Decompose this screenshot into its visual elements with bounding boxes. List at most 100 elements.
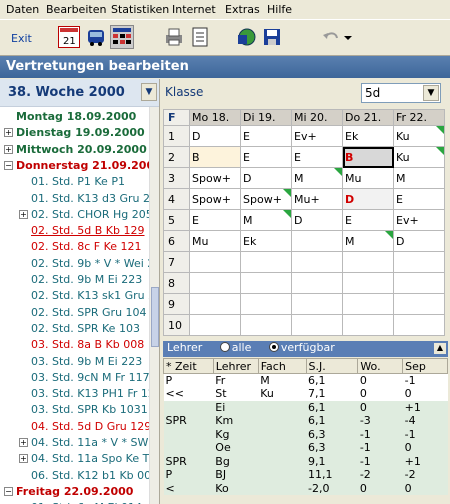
tree-lesson-item[interactable]: 03. Std. 8a B Kb 008 — [31, 337, 144, 353]
bus-icon[interactable] — [85, 26, 107, 48]
lehrer-row[interactable]: Kg 6,3 -1 -1 — [163, 427, 448, 441]
tree-lesson-item[interactable]: 02. Std. 9b * V * Wei 2 — [31, 256, 154, 272]
timetable-cell[interactable] — [189, 314, 241, 336]
tree-lesson-item[interactable]: 02. Std. K13 sk1 Gru 21 — [31, 288, 159, 304]
timetable-cell[interactable]: D — [291, 209, 343, 231]
timetable-cell[interactable] — [291, 230, 343, 252]
timetable-cell[interactable]: E — [291, 146, 343, 168]
lehrer-row[interactable]: Oe 6,3 -1 0 — [163, 441, 448, 455]
expand-icon[interactable]: + — [19, 438, 28, 447]
timetable-cell[interactable] — [342, 314, 394, 336]
tree-lesson-item[interactable]: 04. Std. 5d D Gru 129 — [31, 419, 151, 435]
collapse-icon[interactable]: ▲ — [434, 343, 446, 354]
tree-lesson-item[interactable]: 03. Std. 9b M Ei 223 — [31, 354, 142, 370]
print-icon[interactable] — [163, 26, 185, 48]
menu-hilfe[interactable]: Hilfe — [267, 3, 292, 16]
timetable-cell[interactable]: D — [189, 125, 241, 147]
expand-icon[interactable]: + — [19, 454, 28, 464]
lehrer-row[interactable]: SPR Bg 9,1 -1 +1 — [163, 454, 448, 468]
lehrer-row[interactable]: P Fr M 6,1 0 -1 — [163, 373, 448, 387]
lehrer-row[interactable]: < Ko -2,0 0 0 — [163, 481, 448, 495]
timetable-cell[interactable]: Mu+ — [291, 188, 343, 210]
timetable-cell[interactable] — [291, 251, 343, 273]
tree-lesson-item[interactable]: 02. Std. 9b M Ei 223 — [31, 272, 142, 288]
radio-verfuegbar[interactable] — [268, 342, 279, 352]
timetable-cell[interactable] — [291, 314, 343, 336]
lehrer-row[interactable]: P BJ 11,1 -2 -2 — [163, 468, 448, 482]
lehrer-row[interactable]: << St Ku 7,1 0 0 — [163, 387, 448, 401]
expand-icon[interactable]: + — [4, 144, 13, 154]
tree-lesson-item[interactable]: 03. Std. SPR Kb 1031 — [31, 402, 148, 418]
timetable-cell[interactable]: E — [240, 146, 292, 168]
timetable-cell[interactable] — [189, 293, 241, 315]
radio-alle-label[interactable]: alle — [232, 341, 252, 354]
timetable-cell[interactable]: E — [240, 125, 292, 147]
tree-lesson-item[interactable]: +02. Std. CHOR Hg 205 — [19, 207, 153, 223]
tree-lesson-item[interactable]: 02. Std. 5d B Kb 129 — [31, 223, 144, 239]
menu-extras[interactable]: Extras — [225, 3, 260, 16]
radio-verfuegbar-label[interactable]: verfügbar — [281, 341, 335, 354]
timetable-cell[interactable]: Ku — [393, 146, 445, 168]
chevron-down-icon[interactable]: ▼ — [423, 85, 439, 101]
tree-lesson-item[interactable]: 02. Std. SPR Gru 104 — [31, 305, 147, 321]
lehrer-column-header[interactable]: Lehrer — [212, 358, 259, 374]
exit-button[interactable]: Exit — [11, 32, 32, 45]
lehrer-row[interactable]: SPR Km 6,1 -3 -4 — [163, 414, 448, 428]
timetable-cell[interactable]: M — [342, 230, 394, 252]
timetable-cell[interactable] — [291, 293, 343, 315]
lehrer-column-header[interactable]: Wo. — [357, 358, 404, 374]
timetable-cell[interactable]: Spow+ — [189, 167, 241, 189]
undo-dropdown-icon[interactable] — [343, 26, 353, 48]
timetable-cell[interactable] — [240, 314, 292, 336]
week-selector[interactable]: 38. Woche 2000 ▼ — [0, 79, 159, 107]
timetable-cell[interactable] — [393, 251, 445, 273]
timetable-cell[interactable] — [393, 314, 445, 336]
timetable-cell[interactable] — [240, 251, 292, 273]
timetable-cell[interactable]: Ev+ — [291, 125, 343, 147]
timetable-cell[interactable] — [240, 293, 292, 315]
timetable-icon[interactable] — [110, 25, 134, 49]
timetable-cell[interactable]: E — [393, 188, 445, 210]
collapse-icon[interactable]: − — [4, 486, 13, 496]
menu-bearbeiten[interactable]: Bearbeiten — [46, 3, 106, 16]
internet-icon[interactable] — [235, 26, 257, 48]
lehrer-row[interactable]: Ei 6,1 0 +1 — [163, 400, 448, 414]
timetable-cell[interactable]: M — [393, 167, 445, 189]
tree-lesson-item[interactable]: 06. Std. K12 b1 Kb 008 — [31, 468, 158, 484]
tree-lesson-item[interactable]: 02. Std. 8c F Ke 121 — [31, 239, 142, 255]
tree-day-item[interactable]: − Freitag 22.09.2000 — [4, 484, 133, 500]
tree-lesson-item[interactable]: +04. Std. 11a * V * SW 2 — [19, 435, 159, 451]
klasse-select[interactable]: 5d ▼ — [361, 83, 441, 103]
timetable-cell[interactable]: D — [342, 188, 394, 210]
timetable-cell[interactable]: Ev+ — [393, 209, 445, 231]
tree-lesson-item[interactable]: 01. Std. K13 d3 Gru 212 — [31, 191, 159, 207]
timetable-cell[interactable]: Spow+ — [240, 188, 292, 210]
menu-daten[interactable]: Daten — [6, 3, 39, 16]
tree-day-item[interactable]: + Mittwoch 20.09.2000 — [4, 142, 147, 158]
timetable-cell[interactable]: Ek — [240, 230, 292, 252]
timetable-cell[interactable]: B — [189, 146, 241, 168]
tree-lesson-item[interactable]: 03. Std. 9cN M Fr 117 — [31, 370, 150, 386]
radio-alle[interactable] — [219, 342, 230, 352]
tree-lesson-item[interactable]: 03. Std. K13 PH1 Fr 12 — [31, 386, 155, 402]
timetable-cell[interactable] — [342, 251, 394, 273]
timetable-cell[interactable] — [393, 272, 445, 294]
tree-day-item[interactable]: − Donnerstag 21.09.2000 — [4, 158, 159, 174]
tree-lesson-item[interactable]: +04. Std. 11a Spo Ke TH — [19, 451, 158, 467]
tree-scrollbar[interactable] — [149, 107, 159, 504]
lehrer-column-header[interactable]: * Zeit — [163, 358, 214, 374]
tree-day-item[interactable]: + Dienstag 19.09.2000 — [4, 125, 145, 141]
timetable-cell[interactable] — [291, 272, 343, 294]
timetable-cell[interactable]: D — [393, 230, 445, 252]
lehrer-column-header[interactable]: S.J. — [305, 358, 359, 374]
timetable-cell[interactable]: D — [240, 167, 292, 189]
timetable-cell[interactable]: Spow+ — [189, 188, 241, 210]
timetable-cell[interactable] — [393, 293, 445, 315]
timetable-cell[interactable] — [189, 251, 241, 273]
timetable-cell[interactable] — [342, 272, 394, 294]
save-icon[interactable] — [261, 26, 283, 48]
tree-lesson-item[interactable]: 01. Std. 6e M Ei 014 — [31, 500, 142, 504]
timetable-cell[interactable]: E — [189, 209, 241, 231]
expand-icon[interactable]: + — [19, 209, 28, 219]
lehrer-column-header[interactable]: Sep — [402, 358, 448, 374]
